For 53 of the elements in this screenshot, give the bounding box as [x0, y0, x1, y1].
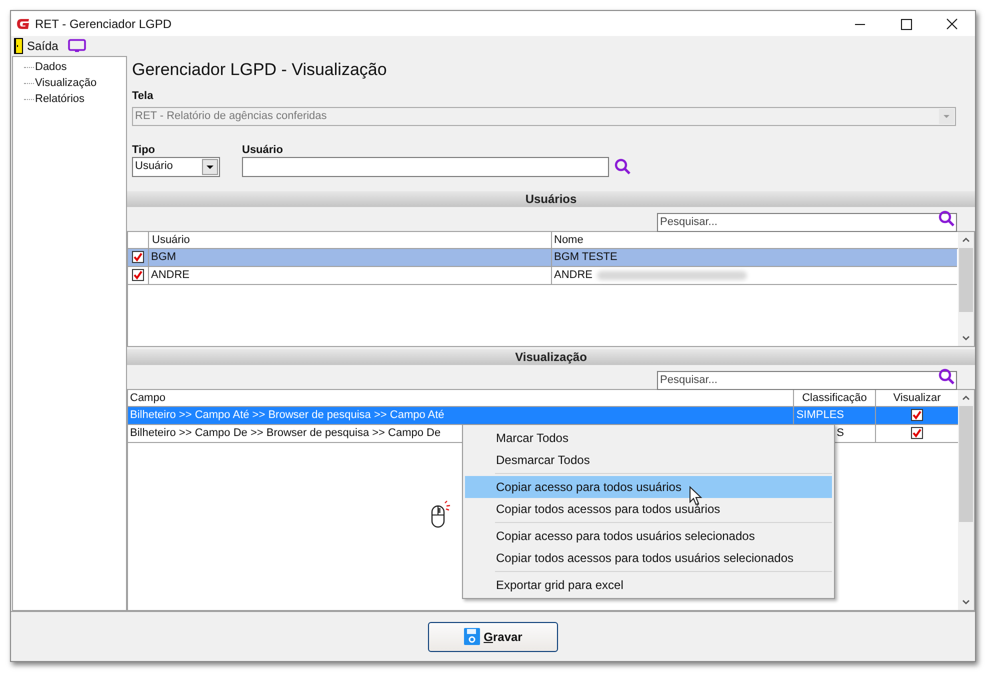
- mouse-pointer-icon: [689, 486, 703, 506]
- type-dropdown[interactable]: Usuário: [132, 156, 220, 176]
- tree-item[interactable]: Relatórios: [35, 90, 85, 108]
- column-header[interactable]: Nome: [552, 232, 958, 248]
- column-header[interactable]: Campo: [128, 390, 794, 406]
- tree-item[interactable]: Visualização: [35, 74, 97, 92]
- exit-menu-item[interactable]: Saída: [27, 37, 58, 55]
- tree-item[interactable]: Dados: [35, 58, 67, 76]
- field-label: Tipo: [132, 142, 156, 156]
- search-field[interactable]: Pesquisar...: [657, 212, 957, 232]
- search-icon[interactable]: [938, 210, 955, 227]
- checkbox[interactable]: [911, 409, 923, 421]
- scroll-thumb[interactable]: [959, 248, 973, 312]
- exit-door-icon[interactable]: [14, 38, 23, 54]
- mouse-click-icon: [431, 499, 451, 529]
- user-row[interactable]: BGM BGM TESTE: [128, 248, 957, 266]
- checkbox[interactable]: [132, 251, 144, 263]
- scroll-thumb[interactable]: [959, 406, 973, 522]
- table-cell-text: S: [836, 426, 844, 440]
- search-field[interactable]: Pesquisar...: [657, 370, 957, 390]
- menu-item[interactable]: Copiar acesso para todos usuários selecionados: [465, 525, 832, 547]
- table-cell-text: SIMPLES: [796, 408, 844, 422]
- field-label: Tela: [132, 89, 154, 104]
- search-icon[interactable]: [938, 368, 955, 385]
- checkbox[interactable]: [911, 427, 923, 439]
- table-cell-text: ANDRE: [554, 268, 593, 282]
- menu-item[interactable]: Exportar grid para excel: [465, 574, 832, 596]
- section-header: Visualização: [127, 348, 975, 364]
- user-input-field[interactable]: [242, 156, 609, 176]
- scrollbar[interactable]: [958, 232, 974, 346]
- checkbox[interactable]: [132, 269, 144, 281]
- field-label: Usuário: [242, 142, 284, 156]
- table-cell: ANDRE: [149, 266, 552, 284]
- column-header[interactable]: Classificação: [794, 390, 876, 406]
- monitor-icon[interactable]: [68, 38, 86, 54]
- search-icon[interactable]: [614, 158, 631, 175]
- menu-item[interactable]: Desmarcar Todos: [465, 449, 832, 471]
- field-row[interactable]: Bilheteiro >> Campo Até >> Browser de pesquisa >> Campo Até SIMPLES: [128, 406, 958, 424]
- section-header: Usuários: [127, 190, 975, 206]
- table-cell-text: BGM TESTE: [554, 250, 618, 264]
- menu-item[interactable]: Copiar acesso para todos usuários: [465, 476, 832, 498]
- page-heading: Gerenciador LGPD - Visualização: [132, 59, 388, 81]
- table-cell: BGM: [149, 248, 552, 266]
- user-row[interactable]: ANDRE ANDRE: [128, 266, 957, 284]
- save-button[interactable]: Gravar: [428, 622, 558, 652]
- window-title: RET - Gerenciador LGPD: [35, 16, 172, 32]
- table-cell: Bilheteiro >> Campo Até >> Browser de pesquisa >> Campo Até: [130, 408, 444, 420]
- column-header[interactable]: Visualizar: [876, 390, 958, 406]
- column-header[interactable]: Usuário: [149, 232, 552, 248]
- scrollbar[interactable]: [958, 390, 974, 610]
- menu-item[interactable]: Copiar todos acessos para todos usuários selecionados: [465, 547, 832, 569]
- menu-item[interactable]: Copiar todos acessos para todos usuários: [465, 498, 832, 520]
- table-cell: Bilheteiro >> Campo De >> Browser de pesquisa >> Campo De: [130, 426, 441, 438]
